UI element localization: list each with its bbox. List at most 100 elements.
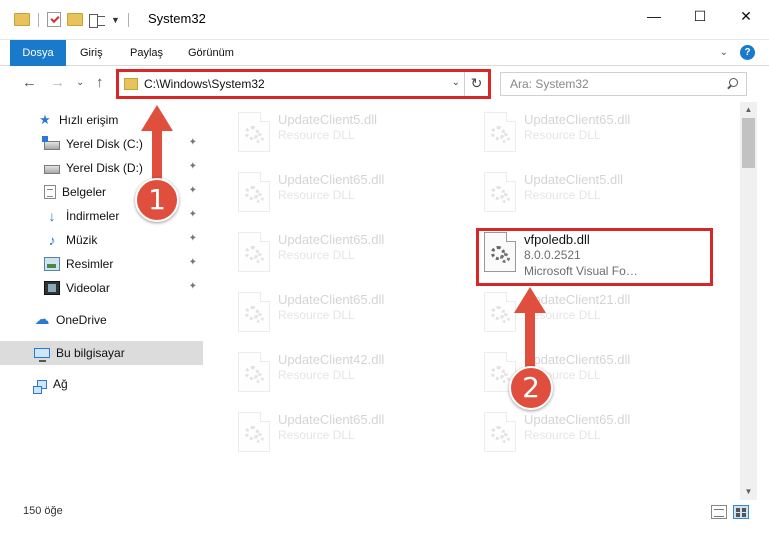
file-item[interactable]: UpdateClient5.dll Resource DLL (476, 166, 716, 222)
file-item[interactable]: UpdateClient42.dll Resource DLL (230, 346, 470, 402)
file-type: Resource DLL (524, 188, 601, 202)
close-button[interactable]: ✕ (723, 0, 769, 32)
file-type: Resource DLL (278, 248, 355, 262)
file-item[interactable]: UpdateClient65.dll Resource DLL (230, 286, 470, 342)
file-type: Resource DLL (278, 128, 355, 142)
gear-icon (500, 193, 510, 203)
search-box[interactable]: Ara: System32 (500, 72, 747, 96)
ribbon-right-controls: ⌄ ? (720, 45, 755, 60)
gear-icon (254, 373, 264, 383)
pin-icon[interactable]: ✦ (189, 233, 197, 244)
address-path[interactable]: C:\Windows\System32 (144, 77, 265, 91)
scroll-thumb[interactable] (742, 118, 755, 168)
file-list: UpdateClient5.dll Resource DLL UpdateClien… (210, 104, 740, 500)
sidebar-item-local-disk-c[interactable]: Yerel Disk (C:) ✦ (0, 132, 203, 156)
forward-arrow-icon[interactable]: → (50, 74, 65, 91)
file-name: UpdateClient65.dll (278, 232, 385, 247)
pin-icon[interactable]: ✦ (189, 209, 197, 220)
tab-home[interactable]: Giriş (70, 40, 113, 66)
scroll-down-arrow-icon[interactable]: ▼ (740, 484, 757, 500)
annotation-arrow-1-shaft (152, 130, 162, 180)
sidebar-item-label: OneDrive (56, 313, 107, 327)
maximize-button[interactable]: ☐ (677, 0, 723, 32)
gear-icon (500, 313, 510, 323)
pin-icon[interactable]: ✦ (189, 257, 197, 268)
sidebar-item-pictures[interactable]: Resimler ✦ (0, 252, 203, 276)
file-type: Resource DLL (278, 368, 355, 382)
up-arrow-icon[interactable]: ↑ (96, 74, 104, 91)
annotation-arrow-2-head (514, 287, 546, 313)
tiles-view-icon[interactable] (733, 505, 749, 519)
file-item[interactable]: UpdateClient65.dll Resource DLL (230, 226, 470, 282)
drive-icon (42, 136, 60, 150)
navigation-bar: ← → ⌄ ↑ C:\Windows\System32 ⌄ ↻ Ara: Sys… (0, 66, 769, 102)
properties-icon[interactable] (89, 13, 105, 28)
address-bar[interactable]: C:\Windows\System32 ⌄ ↻ (116, 69, 491, 99)
pin-icon[interactable]: ✦ (189, 185, 197, 196)
dll-gear-icon (238, 232, 270, 272)
pin-icon[interactable]: ✦ (189, 137, 197, 148)
customize-toolbar-chevron-icon[interactable]: ▼ (111, 15, 120, 25)
sidebar-item-label: Belgeler (62, 185, 107, 199)
sidebar-item-local-disk-d[interactable]: Yerel Disk (D:) ✦ (0, 156, 203, 180)
dll-gear-icon (238, 112, 270, 152)
pin-icon[interactable]: ✦ (189, 161, 197, 172)
search-icon[interactable] (726, 78, 738, 90)
sidebar-item-this-pc[interactable]: Bu bilgisayar (0, 341, 203, 365)
pin-icon[interactable]: ✦ (189, 281, 197, 292)
sidebar-item-music[interactable]: ♪ Müzik ✦ (0, 228, 203, 252)
window-title: System32 (148, 11, 206, 26)
sidebar-item-label: Müzik (66, 233, 98, 247)
recent-locations-chevron-icon[interactable]: ⌄ (76, 77, 84, 88)
file-type: Resource DLL (524, 428, 601, 442)
ribbon: Dosya Giriş Paylaş Görünüm ⌄ ? (0, 40, 769, 96)
dll-gear-icon (484, 172, 516, 212)
expand-ribbon-chevron-icon[interactable]: ⌄ (720, 47, 728, 58)
videos-icon (44, 281, 60, 295)
details-view-icon[interactable] (711, 505, 727, 519)
file-item[interactable]: UpdateClient65.dll Resource DLL (476, 106, 716, 162)
tab-view[interactable]: Görünüm (178, 40, 244, 66)
search-placeholder[interactable]: Ara: System32 (510, 77, 589, 91)
folder-icon (124, 78, 138, 90)
file-item[interactable]: UpdateClient65.dll Resource DLL (230, 166, 470, 222)
toolbar-separator (127, 12, 129, 27)
file-name: UpdateClient5.dll (278, 112, 378, 127)
gear-icon (500, 433, 510, 443)
sidebar-item-videos[interactable]: Videolar ✦ (0, 276, 203, 300)
sidebar-item-label: İndirmeler (66, 209, 120, 223)
gear-icon (254, 253, 264, 263)
minimize-button[interactable]: — (631, 0, 677, 32)
file-item[interactable]: UpdateClient65.dll Resource DLL (476, 406, 716, 462)
address-dropdown-chevron-icon[interactable]: ⌄ (452, 77, 460, 88)
file-name: UpdateClient65.dll (524, 112, 631, 127)
sidebar-item-network[interactable]: Ağ (0, 372, 203, 396)
file-type: Resource DLL (278, 428, 355, 442)
file-item[interactable]: UpdateClient21.dll Resource DLL (476, 286, 716, 342)
gear-icon (254, 313, 264, 323)
vertical-scrollbar[interactable]: ▲ ▼ (740, 102, 757, 500)
refresh-icon[interactable]: ↻ (464, 72, 488, 96)
download-icon: ↓ (48, 208, 56, 224)
file-item[interactable]: UpdateClient65.dll Resource DLL (230, 406, 470, 462)
gear-icon (500, 373, 510, 383)
dll-gear-icon (238, 172, 270, 212)
folder-icon[interactable] (14, 13, 30, 26)
dll-gear-icon (238, 292, 270, 332)
tab-share[interactable]: Paylaş (120, 40, 173, 66)
dll-gear-icon (484, 112, 516, 152)
file-item[interactable]: UpdateClient5.dll Resource DLL (230, 106, 470, 162)
sidebar-item-label: Yerel Disk (C:) (66, 137, 143, 151)
scroll-up-arrow-icon[interactable]: ▲ (740, 102, 757, 118)
sidebar-item-onedrive[interactable]: ☁ OneDrive (0, 308, 203, 332)
back-arrow-icon[interactable]: ← (22, 74, 37, 91)
file-name: UpdateClient65.dll (278, 292, 385, 307)
new-folder-icon[interactable] (67, 13, 83, 26)
sidebar-item-label: Ağ (53, 377, 68, 391)
highlight-box-vfpoledb (476, 228, 713, 286)
dll-gear-icon (484, 412, 516, 452)
properties-check-icon[interactable] (47, 12, 61, 27)
help-icon[interactable]: ? (740, 45, 755, 60)
annotation-arrow-1-head (141, 105, 173, 131)
title-bar: ▼ System32 — ☐ ✕ (0, 0, 769, 40)
